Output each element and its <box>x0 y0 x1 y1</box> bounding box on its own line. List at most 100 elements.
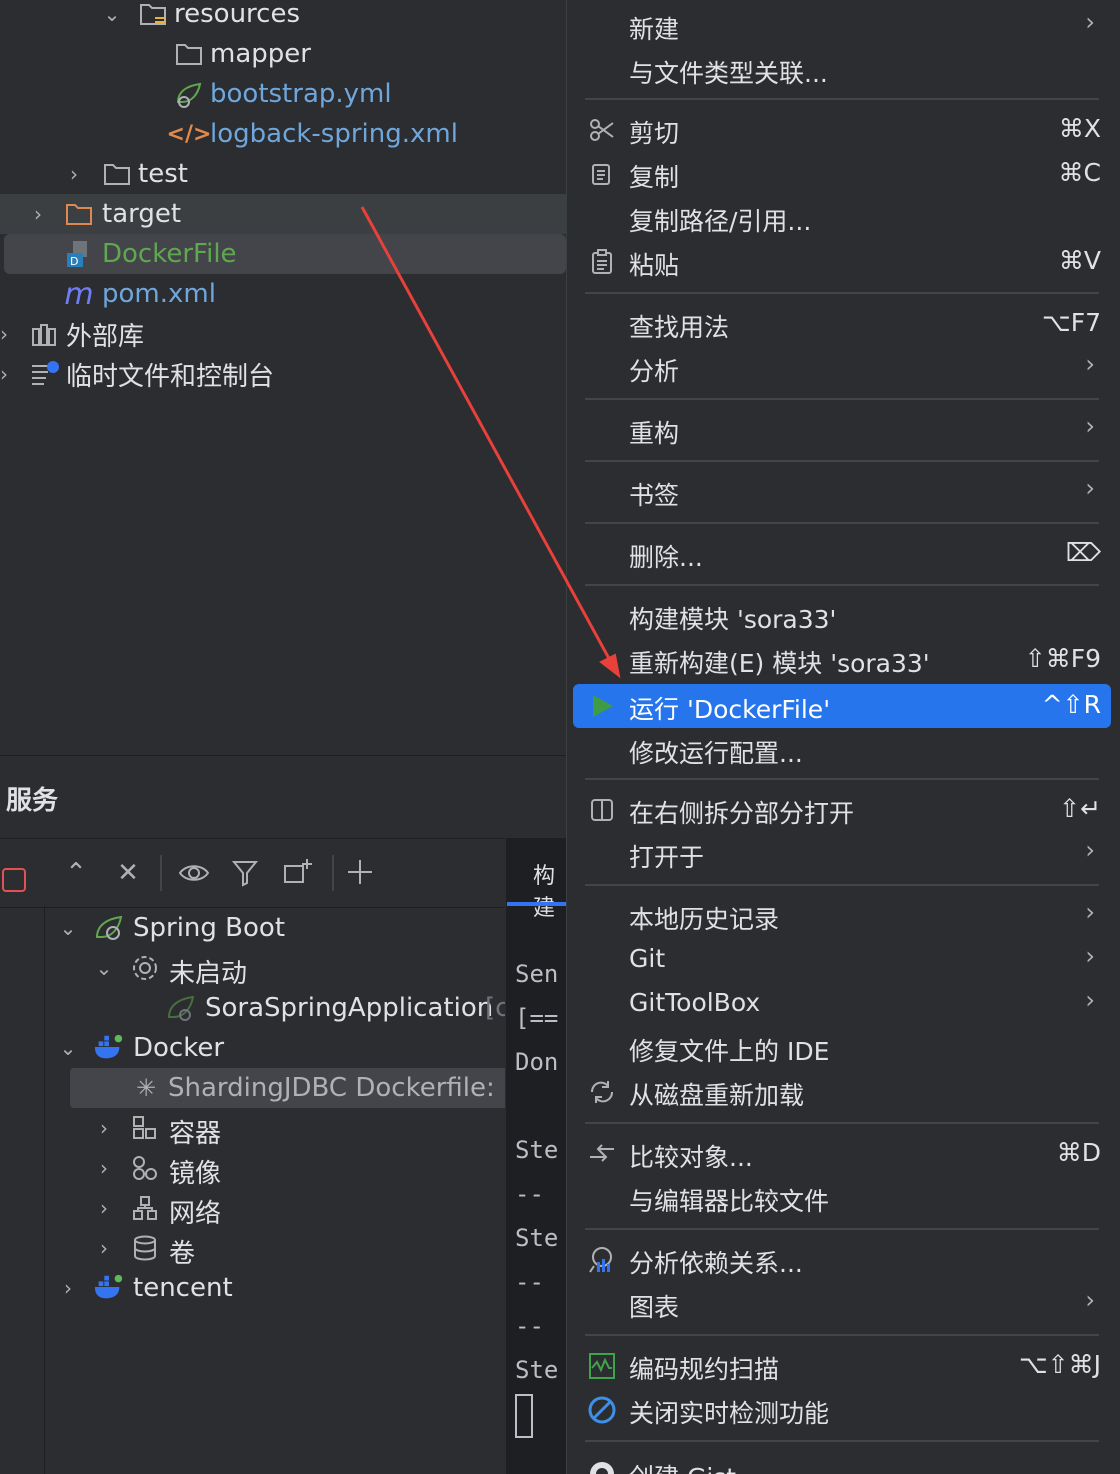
menu-item-cut[interactable]: 剪切 ⌘X <box>573 108 1111 152</box>
spring-app-icon <box>165 993 197 1023</box>
tree-item-logback-xml[interactable]: </> logback-spring.xml <box>0 114 566 154</box>
chevron-down-icon[interactable]: ⌄ <box>57 916 79 940</box>
chevron-right-icon[interactable]: › <box>57 1276 79 1300</box>
chevron-right-icon[interactable]: › <box>64 164 84 184</box>
menu-item-compare-with-editor[interactable]: 与编辑器比较文件 <box>573 1176 1111 1220</box>
filter-icon[interactable] <box>230 857 262 889</box>
chevron-right-icon[interactable]: › <box>93 1116 115 1140</box>
menu-item-split-right[interactable]: 在右侧拆分部分打开 ⇧↵ <box>573 788 1111 832</box>
chevron-down-icon[interactable]: ⌄ <box>57 1036 79 1060</box>
tree-item-scratches[interactable]: › 临时文件和控制台 <box>0 354 566 394</box>
menu-item-associate[interactable]: 与文件类型关联... <box>573 48 1111 92</box>
tree-item-label: resources <box>174 0 301 29</box>
menu-item-git[interactable]: Git › <box>573 938 1111 982</box>
menu-item-analyze-dependencies[interactable]: 分析依赖关系... <box>573 1238 1111 1282</box>
menu-item-open-in[interactable]: 打开于 › <box>573 832 1111 876</box>
menu-item-label: 分析 <box>629 357 680 386</box>
menu-item-diagrams[interactable]: 图表 › <box>573 1282 1111 1326</box>
menu-item-analyze[interactable]: 分析 › <box>573 346 1111 390</box>
menu-item-edit-run-config[interactable]: 修改运行配置... <box>573 728 1111 772</box>
menu-item-local-history[interactable]: 本地历史记录 › <box>573 894 1111 938</box>
svc-item-docker[interactable]: ⌄ Docker <box>45 1028 505 1068</box>
tree-item-bootstrap-yml[interactable]: bootstrap.yml <box>0 74 566 114</box>
expand-all-icon[interactable]: ⌃ <box>60 857 92 889</box>
svc-item-containers[interactable]: › 容器 <box>45 1108 505 1149</box>
menu-item-label: 编码规约扫描 <box>629 1355 780 1384</box>
menu-item-label: 从磁盘重新加载 <box>629 1081 805 1110</box>
gear-icon <box>129 953 161 983</box>
chevron-down-icon[interactable]: ⌄ <box>102 4 122 24</box>
menu-item-label: Git <box>629 944 666 973</box>
svc-item-shardingjdbc[interactable]: ✳ ShardingJDBC Dockerfile: D <box>70 1068 505 1108</box>
menu-item-shortcut: ⌘C <box>1058 158 1101 187</box>
menu-item-paste[interactable]: 粘贴 ⌘V <box>573 240 1111 284</box>
menu-item-build-module[interactable]: 构建模块 'sora33' <box>573 594 1111 638</box>
folder-icon <box>102 159 132 189</box>
disable-icon <box>587 1395 617 1425</box>
add-service-icon[interactable] <box>346 857 378 889</box>
svc-item-networks[interactable]: › 网络 <box>45 1188 505 1229</box>
chevron-right-icon[interactable]: › <box>93 1196 115 1220</box>
ide-left-pane: ⌄ resources mapper bootstrap.yml </> log… <box>0 0 566 1474</box>
menu-separator <box>585 1440 1099 1442</box>
tree-item-resources[interactable]: ⌄ resources <box>0 0 566 34</box>
svc-item-volumes[interactable]: › 卷 <box>45 1228 505 1269</box>
eye-icon[interactable] <box>178 857 210 889</box>
menu-separator <box>585 884 1099 886</box>
xml-icon: </> <box>166 121 212 147</box>
menu-item-find-usages[interactable]: 查找用法 ⌥F7 <box>573 302 1111 346</box>
menu-item-delete[interactable]: 删除... ⌦ <box>573 532 1111 576</box>
tree-item-pom-xml[interactable]: m pom.xml <box>0 274 566 314</box>
console-line: -- <box>515 1180 544 1208</box>
svc-item-images[interactable]: › 镜像 <box>45 1148 505 1189</box>
menu-item-compare-with[interactable]: 比较对象... ⌘D <box>573 1132 1111 1176</box>
menu-item-repair-ide[interactable]: 修复文件上的 IDE <box>573 1026 1111 1070</box>
chevron-right-icon: › <box>1085 8 1095 36</box>
tree-item-external-libraries[interactable]: › 外部库 <box>0 314 566 354</box>
menu-item-disable-realtime[interactable]: 关闭实时检测功能 <box>573 1388 1111 1432</box>
svc-item-tencent[interactable]: › tencent <box>45 1268 505 1308</box>
copy-icon <box>587 159 617 189</box>
menu-item-new[interactable]: 新建 › <box>573 4 1111 48</box>
chevron-right-icon: › <box>1085 986 1095 1014</box>
svc-item-spring-boot[interactable]: ⌄ Spring Boot <box>45 908 505 948</box>
menu-item-refactor[interactable]: 重构 › <box>573 408 1111 452</box>
maven-icon: m <box>64 276 94 312</box>
console-tab[interactable]: 构建 <box>533 858 566 922</box>
tree-item-label: bootstrap.yml <box>210 79 392 109</box>
new-group-icon[interactable] <box>282 857 314 889</box>
menu-item-shortcut: ⌘V <box>1058 246 1101 275</box>
chevron-right-icon[interactable]: › <box>93 1156 115 1180</box>
menu-item-bookmarks[interactable]: 书签 › <box>573 470 1111 514</box>
menu-item-label: 比较对象... <box>629 1143 753 1172</box>
chevron-right-icon[interactable]: › <box>0 364 14 384</box>
menu-item-label: 与编辑器比较文件 <box>629 1187 830 1216</box>
menu-item-reload-from-disk[interactable]: 从磁盘重新加载 <box>573 1070 1111 1114</box>
collapse-all-icon[interactable]: ✕ <box>112 857 144 889</box>
svc-item-sora-app[interactable]: SoraSpringApplication [c <box>45 988 505 1028</box>
menu-item-shortcut: ⌥⇧⌘J <box>1018 1350 1101 1379</box>
chevron-right-icon[interactable]: › <box>28 204 48 224</box>
tree-item-dockerfile[interactable]: D DockerFile <box>4 234 566 274</box>
menu-item-run-dockerfile[interactable]: 运行 'DockerFile' ^⇧R <box>573 684 1111 728</box>
console-line: Don <box>515 1048 559 1076</box>
menu-item-copy[interactable]: 复制 ⌘C <box>573 152 1111 196</box>
services-tree: ⌄ Spring Boot ⌄ 未启动 SoraSpringApplicatio… <box>45 906 505 1474</box>
chevron-right-icon[interactable]: › <box>93 1236 115 1260</box>
menu-item-rebuild-module[interactable]: 重新构建(E) 模块 'sora33' ⇧⌘F9 <box>573 638 1111 682</box>
menu-item-copy-path[interactable]: 复制路径/引用... <box>573 196 1111 240</box>
tree-item-test[interactable]: › test <box>0 154 566 194</box>
menu-separator <box>585 1334 1099 1336</box>
tree-item-target[interactable]: › target <box>0 194 566 234</box>
svc-item-not-started[interactable]: ⌄ 未启动 <box>45 948 505 989</box>
menu-item-gittoolbox[interactable]: GitToolBox › <box>573 982 1111 1026</box>
chevron-down-icon[interactable]: ⌄ <box>93 956 115 980</box>
chevron-right-icon: › <box>1085 350 1095 378</box>
chevron-right-icon[interactable]: › <box>0 324 14 344</box>
tree-item-mapper[interactable]: mapper <box>0 34 566 74</box>
console-tab-underline <box>507 902 566 906</box>
menu-item-label: 复制 <box>629 163 680 192</box>
spinner-icon: ✳ <box>135 1074 157 1102</box>
menu-item-create-gist[interactable]: 创建 Gist... <box>573 1452 1111 1474</box>
menu-item-code-scan[interactable]: 编码规约扫描 ⌥⇧⌘J <box>573 1344 1111 1388</box>
